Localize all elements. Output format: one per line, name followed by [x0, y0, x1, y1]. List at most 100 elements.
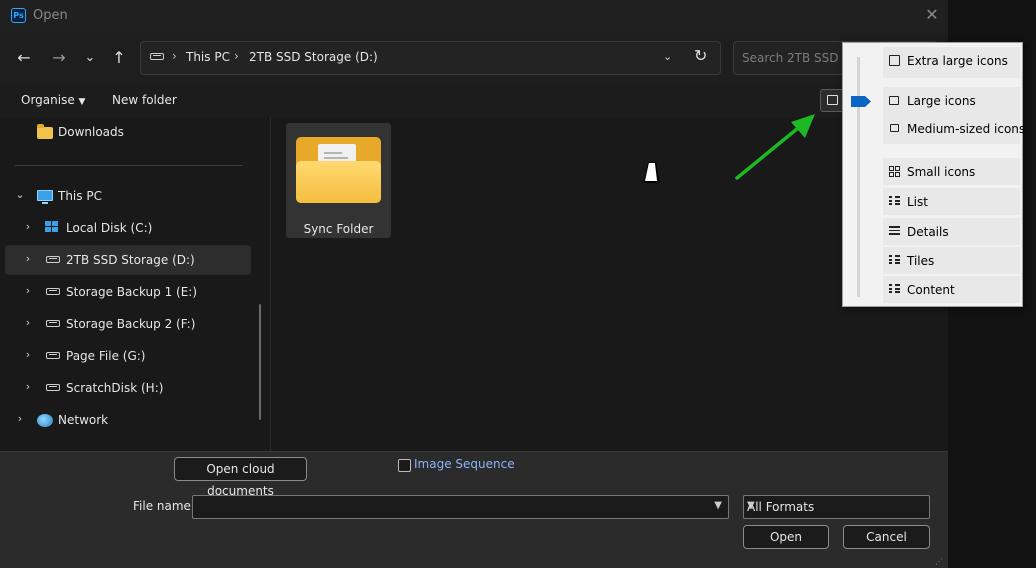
menu-item-label: Content — [907, 283, 955, 297]
breadcrumb-this-pc[interactable]: This PC — [186, 50, 230, 64]
drive-icon — [46, 384, 60, 391]
medium-icons-icon — [890, 124, 899, 132]
dialog-footer: Open cloud documents Image Sequence File… — [0, 451, 948, 568]
tiles-icon — [889, 255, 900, 266]
content-icon — [889, 284, 900, 295]
menu-item-large-icons[interactable]: Large icons — [883, 87, 1020, 115]
menu-item-tiles[interactable]: Tiles — [883, 247, 1020, 275]
view-menu: Extra large icons Large icons Medium-siz… — [842, 42, 1025, 307]
image-sequence-checkbox[interactable] — [398, 459, 411, 472]
drive-icon — [46, 288, 60, 295]
title-bar: Ps Open ✕ — [0, 0, 948, 32]
chevron-down-icon[interactable]: ⌄ — [663, 50, 672, 63]
address-bar[interactable]: › This PC › 2TB SSD Storage (D:) ⌄ ↻ — [140, 41, 721, 75]
drive-icon — [46, 352, 60, 359]
sidebar-item-label: 2TB SSD Storage (D:) — [66, 253, 195, 267]
sidebar-item-label: Downloads — [58, 125, 124, 139]
resize-grip-icon[interactable]: ⋰ — [935, 557, 943, 566]
sidebar-item-label: This PC — [58, 189, 102, 203]
recent-locations-button[interactable]: ⌄ — [78, 46, 102, 70]
sidebar-item-local-disk-c[interactable]: › Local Disk (C:) — [5, 213, 251, 243]
file-type-select[interactable]: All Formats ▼ — [743, 495, 930, 519]
menu-item-label: Extra large icons — [907, 54, 1008, 68]
sidebar-item-downloads[interactable]: Downloads — [5, 117, 251, 147]
file-name-field[interactable]: ▼ — [192, 495, 729, 519]
view-slider-track[interactable] — [857, 57, 860, 297]
chevron-right-icon[interactable]: › — [13, 412, 27, 425]
sidebar-item-g-drive[interactable]: › Page File (G:) — [5, 341, 251, 371]
new-folder-button[interactable]: New folder — [112, 93, 177, 107]
sidebar-item-network[interactable]: › Network — [5, 405, 251, 435]
drive-icon — [46, 256, 60, 263]
close-icon[interactable]: ✕ — [922, 5, 942, 25]
menu-item-content[interactable]: Content — [883, 276, 1020, 304]
breadcrumb-separator: › — [172, 49, 177, 63]
sidebar-item-this-pc[interactable]: ⌄ This PC — [5, 181, 251, 211]
menu-item-extra-large-icons[interactable]: Extra large icons — [883, 47, 1020, 79]
windows-drive-icon — [45, 221, 59, 233]
sidebar-item-d-drive[interactable]: › 2TB SSD Storage (D:) — [5, 245, 251, 275]
menu-item-list[interactable]: List — [883, 188, 1020, 216]
chevron-right-icon[interactable]: › — [21, 380, 35, 393]
extra-large-icons-icon — [889, 55, 900, 66]
window-title: Open — [33, 8, 68, 23]
cancel-button[interactable]: Cancel — [843, 525, 930, 549]
divider — [15, 165, 243, 166]
details-icon — [889, 226, 900, 237]
chevron-right-icon[interactable]: › — [21, 348, 35, 361]
navigation-pane: Downloads ⌄ This PC › Local Disk (C:) › … — [0, 117, 270, 451]
sidebar-item-h-drive[interactable]: › ScratchDisk (H:) — [5, 373, 251, 403]
open-dialog: Ps Open ✕ ← → ⌄ ↑ › This PC › 2TB SSD St… — [0, 0, 948, 568]
open-button[interactable]: Open — [743, 525, 829, 549]
view-slider-thumb[interactable] — [851, 96, 871, 107]
up-button[interactable]: ↑ — [107, 46, 131, 70]
chevron-down-icon: ▼ — [747, 500, 755, 511]
network-icon — [37, 414, 53, 427]
organise-button[interactable]: Organise ▼ — [21, 93, 85, 107]
folder-icon — [296, 137, 381, 203]
annotation-arrow-icon — [735, 114, 815, 180]
chevron-right-icon[interactable]: › — [21, 284, 35, 297]
menu-item-label: Tiles — [907, 254, 935, 268]
refresh-icon[interactable]: ↻ — [694, 46, 707, 65]
sidebar-item-label: Page File (G:) — [66, 349, 146, 363]
sidebar-item-label: Storage Backup 2 (F:) — [66, 317, 196, 331]
chevron-down-icon[interactable]: ⌄ — [13, 188, 27, 201]
item-label: Sync Folder — [303, 222, 374, 236]
organise-label: Organise — [21, 93, 75, 107]
chevron-right-icon[interactable]: › — [21, 252, 35, 265]
photoshop-icon: Ps — [11, 8, 26, 23]
navigation-bar: ← → ⌄ ↑ › This PC › 2TB SSD Storage (D:)… — [0, 32, 948, 84]
small-icons-icon — [889, 166, 900, 177]
menu-item-label: Large icons — [907, 94, 976, 108]
menu-item-label: Details — [907, 225, 949, 239]
chevron-right-icon[interactable]: › — [21, 316, 35, 329]
forward-button[interactable]: → — [47, 46, 71, 70]
menu-item-label: Medium-sized icons — [907, 122, 1026, 136]
breadcrumb-d-drive[interactable]: 2TB SSD Storage (D:) — [249, 50, 378, 64]
chevron-right-icon[interactable]: › — [21, 220, 35, 233]
file-name-label: File name: — [133, 499, 195, 513]
pc-icon — [37, 190, 53, 204]
menu-item-label: Small icons — [907, 165, 976, 179]
open-cloud-documents-button[interactable]: Open cloud documents — [174, 457, 307, 498]
back-button[interactable]: ← — [12, 46, 36, 70]
sidebar-scrollbar[interactable] — [259, 304, 261, 420]
menu-item-medium-icons[interactable]: Medium-sized icons — [883, 115, 1025, 143]
sidebar-item-label: Network — [58, 413, 109, 427]
sidebar-item-label: Local Disk (C:) — [66, 221, 153, 235]
menu-item-details[interactable]: Details — [883, 218, 1020, 246]
list-item[interactable]: Sync Folder — [286, 123, 391, 238]
drive-icon — [150, 53, 164, 60]
menu-item-small-icons[interactable]: Small icons — [883, 158, 1020, 186]
sidebar-item-label: Storage Backup 1 (E:) — [66, 285, 198, 299]
list-icon — [889, 196, 900, 207]
image-sequence-label[interactable]: Image Sequence — [414, 457, 515, 471]
change-view-button[interactable] — [820, 89, 844, 112]
sidebar-item-f-drive[interactable]: › Storage Backup 2 (F:) — [5, 309, 251, 339]
chevron-down-icon[interactable]: ▼ — [714, 500, 722, 511]
large-icons-icon — [889, 96, 899, 105]
sidebar-item-e-drive[interactable]: › Storage Backup 1 (E:) — [5, 277, 251, 307]
large-icons-icon — [827, 95, 838, 105]
menu-item-label: List — [907, 195, 928, 209]
